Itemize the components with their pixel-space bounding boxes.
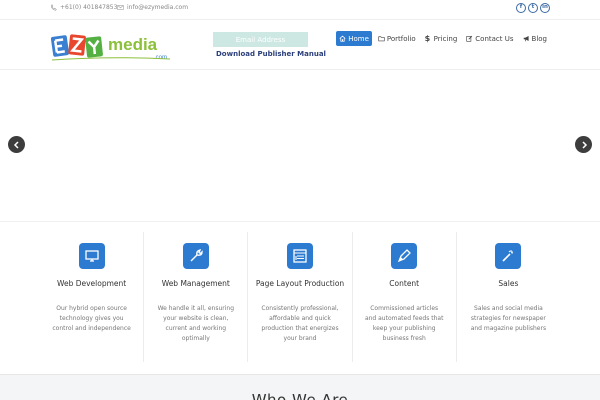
service-page-layout-production: Page Layout Production Consistently prof…: [248, 232, 353, 362]
logo-wordmark: media: [108, 35, 158, 54]
nav-contact-us-label: Contact Us: [475, 34, 514, 43]
slider-next-button[interactable]: [575, 136, 592, 153]
nav-pricing[interactable]: $ Pricing: [422, 31, 461, 46]
top-bar: +61(0) 401847853 info@ezymedia.com f t i…: [0, 0, 600, 20]
facebook-icon[interactable]: f: [516, 3, 526, 13]
service-title: Sales: [498, 279, 519, 288]
who-we-are-heading: Who We Are: [251, 391, 349, 400]
email-address-field[interactable]: Email Address: [213, 32, 308, 47]
service-description: We handle it all, ensuring your website …: [157, 305, 235, 342]
nav-blog-label: Blog: [531, 34, 547, 43]
bullhorn-icon: [523, 36, 529, 42]
envelope-icon: [117, 5, 124, 10]
phone-icon: [50, 4, 57, 11]
ezymedia-logo[interactable]: media .com: [50, 28, 172, 64]
social-links: f t in: [516, 3, 550, 13]
service-web-management: Web Management We handle it all, ensurin…: [144, 232, 249, 362]
nav-home-label: Home: [348, 34, 369, 43]
services-section: Web Development Our hybrid open source t…: [40, 232, 560, 362]
wrench-icon[interactable]: [182, 243, 209, 269]
service-title: Content: [389, 279, 420, 288]
hero-slider: [0, 71, 600, 222]
main-nav: Home Portfolio $ Pricing Contact Us Blog: [336, 31, 550, 46]
dollar-icon: $: [424, 34, 431, 43]
who-we-are-section: Who We Are: [0, 374, 600, 400]
logo-graphic: media .com: [50, 34, 171, 61]
edit-icon: [466, 35, 473, 42]
service-web-development: Web Development Our hybrid open source t…: [40, 232, 145, 362]
monitor-icon[interactable]: [78, 243, 105, 269]
service-title: Page Layout Production: [255, 279, 345, 288]
chevron-left-icon: [13, 140, 19, 149]
chevron-right-icon: [581, 140, 587, 149]
download-publisher-manual-link[interactable]: Download Publisher Manual: [216, 50, 326, 58]
site-header: media .com Email Address Download Publis…: [0, 20, 600, 70]
linkedin-icon[interactable]: in: [540, 3, 550, 13]
email-contact[interactable]: info@ezymedia.com: [117, 4, 188, 11]
nav-contact-us[interactable]: Contact Us: [463, 31, 516, 46]
nav-portfolio-label: Portfolio: [386, 34, 416, 43]
folder-icon: [378, 36, 385, 42]
email-address[interactable]: info@ezymedia.com: [127, 4, 188, 11]
phone-number: +61(0) 401847853: [60, 4, 118, 11]
service-content: Content Commissioned articles and automa…: [353, 232, 457, 362]
service-description: Sales and social media strategies for ne…: [470, 305, 547, 332]
service-description: Our hybrid open source technology gives …: [52, 305, 131, 332]
service-sales: Sales Sales and social media strategies …: [457, 232, 560, 362]
twitter-icon[interactable]: t: [528, 3, 538, 13]
layout-icon[interactable]: [287, 243, 313, 269]
service-title: Web Management: [161, 279, 230, 288]
pen-icon[interactable]: [391, 243, 418, 269]
nav-home[interactable]: Home: [336, 31, 372, 46]
service-description: Consistently professional, affordable an…: [261, 305, 339, 342]
service-description: Commissioned articles and automated feed…: [364, 305, 444, 342]
service-title: Web Development: [56, 279, 127, 288]
nav-blog[interactable]: Blog: [520, 31, 550, 46]
slider-prev-button[interactable]: [8, 136, 25, 153]
magic-wand-icon[interactable]: [495, 243, 522, 269]
home-icon: [339, 35, 346, 42]
nav-portfolio[interactable]: Portfolio: [375, 31, 419, 46]
nav-pricing-label: Pricing: [433, 34, 458, 43]
phone-contact: +61(0) 401847853: [50, 4, 117, 11]
